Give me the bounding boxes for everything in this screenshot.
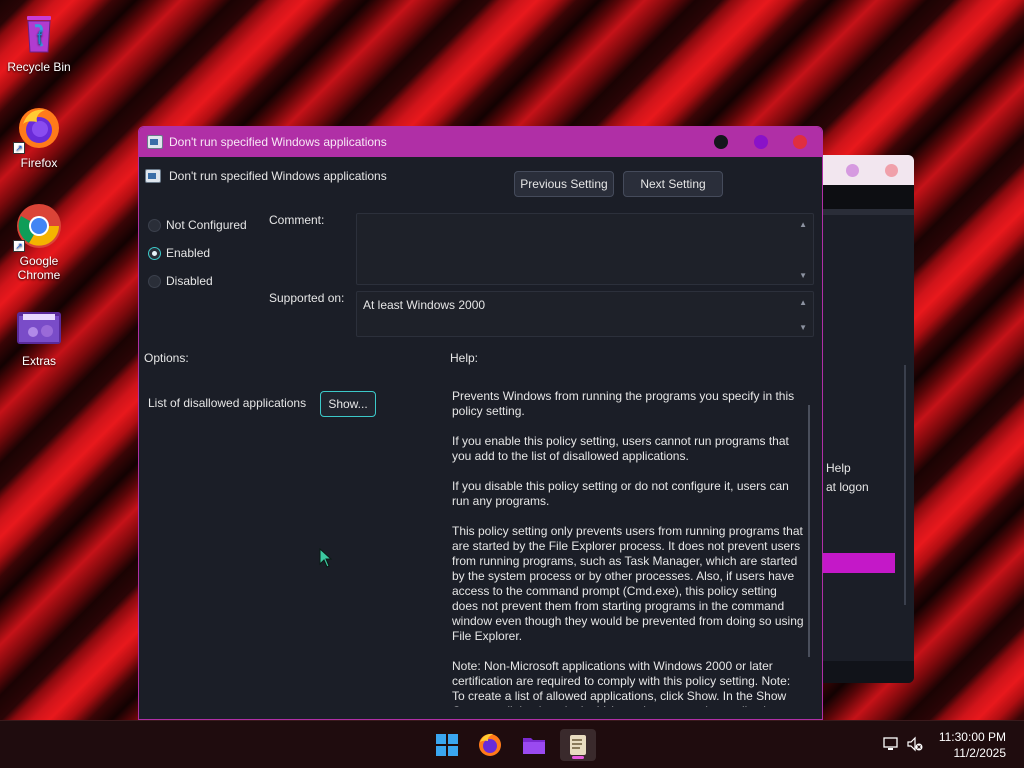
dialog-title: Don't run specified Windows applications: [169, 135, 387, 149]
extras-folder-icon: [15, 310, 63, 346]
policy-dialog: Don't run specified Windows applications…: [138, 126, 823, 720]
network-icon[interactable]: [882, 735, 900, 753]
radio-label: Disabled: [166, 274, 213, 288]
desktop-icon-chrome[interactable]: ↗ Google Chrome: [4, 202, 74, 282]
radio-label: Not Configured: [166, 218, 247, 232]
comment-field[interactable]: ▲ ▼: [356, 213, 814, 285]
firefox-icon: [479, 733, 501, 756]
setting-name: Don't run specified Windows applications: [169, 169, 387, 183]
scroll-down-icon[interactable]: ▼: [799, 323, 807, 332]
scroll-down-icon[interactable]: ▼: [799, 271, 807, 280]
clock-time: 11:30:00 PM: [938, 730, 1006, 744]
desktop-icon-extras[interactable]: Extras: [4, 310, 74, 368]
previous-setting-button[interactable]: Previous Setting: [514, 171, 614, 197]
background-window[interactable]: Help at logon: [822, 155, 914, 683]
scroll-up-icon[interactable]: ▲: [799, 220, 807, 229]
dialog-titlebar[interactable]: Don't run specified Windows applications: [139, 127, 822, 157]
shortcut-arrow-icon: ↗: [13, 142, 25, 154]
background-window-strip: [822, 209, 914, 215]
mouse-cursor-icon: [319, 548, 333, 568]
show-button[interactable]: Show...: [320, 391, 376, 417]
help-paragraph: This policy setting only prevents users …: [452, 524, 804, 643]
radio-disabled[interactable]: Disabled: [148, 274, 213, 288]
taskbar: 11:30:00 PM 11/2/2025: [0, 720, 1024, 768]
desktop-icon-label: Recycle Bin: [7, 60, 71, 74]
radio-button[interactable]: [148, 218, 161, 232]
chrome-icon: ↗: [13, 202, 63, 252]
clock-date: 11/2/2025: [953, 746, 1007, 760]
help-paragraph: Note: Non-Microsoft applications with Wi…: [452, 659, 791, 707]
desktop-icon-recycle-bin[interactable]: f Recycle Bin: [4, 8, 74, 74]
help-paragraph: Prevents Windows from running the progra…: [452, 389, 795, 418]
next-setting-button[interactable]: Next Setting: [623, 171, 723, 197]
desktop-icon-firefox[interactable]: ↗ Firefox: [4, 104, 74, 170]
background-window-scrollbar[interactable]: [904, 365, 906, 605]
recycle-bin-icon: f: [15, 8, 63, 56]
desktop-icon-label: Google Chrome: [17, 254, 61, 282]
taskbar-policy-editor[interactable]: [560, 729, 596, 761]
radio-not-configured[interactable]: Not Configured: [148, 218, 247, 232]
background-window-titlebar[interactable]: [822, 155, 914, 185]
close-icon[interactable]: [885, 164, 898, 177]
supported-on-label: Supported on:: [269, 291, 345, 305]
options-label: Options:: [144, 351, 189, 365]
disallowed-list-label: List of disallowed applications: [148, 396, 307, 410]
help-paragraph: If you disable this policy setting or do…: [452, 479, 789, 508]
active-indicator: [572, 756, 584, 759]
setting-header: Don't run specified Windows applications: [145, 169, 387, 183]
radio-button[interactable]: [148, 274, 161, 288]
comment-label: Comment:: [269, 213, 325, 227]
background-window-statusbar: [822, 661, 914, 683]
radio-enabled[interactable]: Enabled: [148, 246, 210, 260]
windows-logo-icon: [436, 734, 458, 756]
supported-on-value: At least Windows 2000: [363, 298, 486, 312]
policy-app-icon: [147, 135, 163, 149]
scroll-up-icon[interactable]: ▲: [799, 298, 807, 307]
folder-icon: [523, 738, 545, 754]
background-help-text: Help: [826, 461, 851, 475]
taskbar-file-explorer[interactable]: [516, 729, 552, 761]
desktop-icon-label: Extras: [21, 354, 56, 368]
maximize-icon[interactable]: [846, 164, 859, 177]
background-window-menubar: [822, 185, 914, 209]
taskbar-firefox[interactable]: [472, 729, 508, 761]
help-label: Help:: [450, 351, 479, 365]
firefox-icon: ↗: [13, 104, 63, 154]
close-icon[interactable]: [793, 135, 807, 149]
system-clock[interactable]: 11:30:00 PM 11/2/2025: [939, 729, 1006, 761]
radio-label: Enabled: [166, 246, 211, 260]
help-text-panel[interactable]: Prevents Windows from running the progra…: [452, 389, 804, 707]
background-logon-text: at logon: [826, 480, 869, 494]
minimize-icon[interactable]: [714, 135, 728, 149]
supported-on-field: At least Windows 2000 ▲ ▼: [356, 291, 814, 337]
help-paragraph: If you enable this policy setting, users…: [452, 434, 789, 463]
start-button[interactable]: [429, 729, 465, 761]
help-scrollbar[interactable]: [808, 405, 810, 657]
background-selected-row[interactable]: [822, 553, 895, 573]
setting-icon: [145, 169, 161, 183]
shortcut-arrow-icon: ↗: [13, 240, 25, 252]
desktop-icon-label: Firefox: [20, 156, 58, 170]
volume-muted-icon[interactable]: [906, 735, 924, 753]
radio-button-checked[interactable]: [148, 246, 161, 260]
maximize-icon[interactable]: [754, 135, 768, 149]
